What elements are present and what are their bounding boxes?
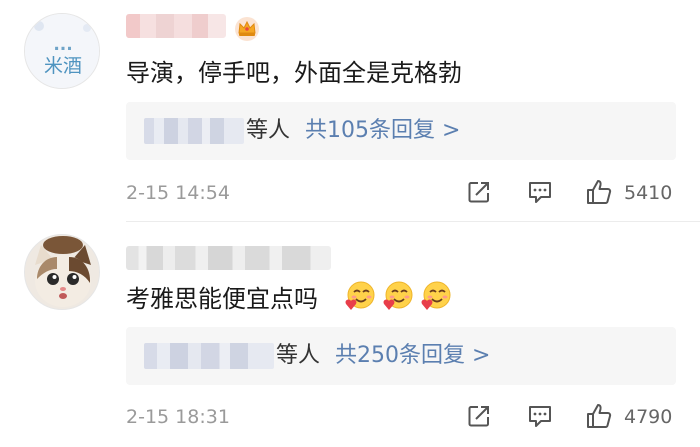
avatar-text-top: ... — [53, 35, 72, 55]
thumbs-up-icon[interactable] — [585, 178, 613, 206]
smiling-face-with-heart-icon — [345, 281, 375, 310]
reply-suffix: 等人 — [276, 343, 321, 368]
emoji-group — [343, 280, 453, 316]
comment-footer: 2-15 14:54 5410 — [0, 178, 700, 208]
share-icon[interactable] — [465, 178, 493, 206]
view-replies-link[interactable]: 共105条回复 > — [305, 118, 460, 143]
like-count: 5410 — [624, 182, 673, 204]
smiling-face-with-heart-icon — [421, 281, 451, 310]
comment-item: 考雅思能便宜点吗 等人 共250条回复 > 2-15 18:31 4790 — [0, 222, 700, 447]
avatar[interactable]: ... 米酒 — [24, 13, 100, 89]
share-icon[interactable] — [465, 402, 493, 430]
comment-icon[interactable] — [526, 178, 554, 206]
avatar-text-bottom: 米酒 — [44, 55, 82, 77]
comment-item: ... 米酒 导演，停手吧，外面全是克格勃 等人 共105条回复 > 2-15 … — [0, 0, 700, 220]
comment-text: 导演，停手吧，外面全是克格勃 — [126, 59, 462, 87]
avatar-image: ... 米酒 — [25, 14, 99, 88]
comment-icon[interactable] — [526, 402, 554, 430]
timestamp: 2-15 14:54 — [126, 182, 230, 204]
reply-summary: 等人 共105条回复 > — [246, 116, 460, 146]
cat-avatar-image — [25, 235, 99, 309]
reply-summary: 等人 共250条回复 > — [276, 341, 490, 371]
view-replies-link[interactable]: 共250条回复 > — [335, 343, 490, 368]
comment-footer: 2-15 18:31 4790 — [0, 402, 700, 432]
timestamp: 2-15 18:31 — [126, 406, 230, 428]
reply-suffix: 等人 — [246, 118, 291, 143]
comment-text: 考雅思能便宜点吗 — [126, 285, 318, 313]
crown-icon — [235, 17, 259, 41]
like-count: 4790 — [624, 406, 673, 428]
reply-usernames-blurred — [144, 343, 274, 369]
username-blurred[interactable] — [126, 14, 226, 38]
reply-preview[interactable]: 等人 共250条回复 > — [126, 327, 676, 385]
thumbs-up-icon[interactable] — [585, 402, 613, 430]
username-blurred[interactable] — [126, 246, 331, 270]
avatar[interactable] — [24, 234, 100, 310]
smiling-face-with-heart-icon — [383, 281, 413, 310]
reply-preview[interactable]: 等人 共105条回复 > — [126, 102, 676, 160]
reply-usernames-blurred — [144, 118, 244, 144]
